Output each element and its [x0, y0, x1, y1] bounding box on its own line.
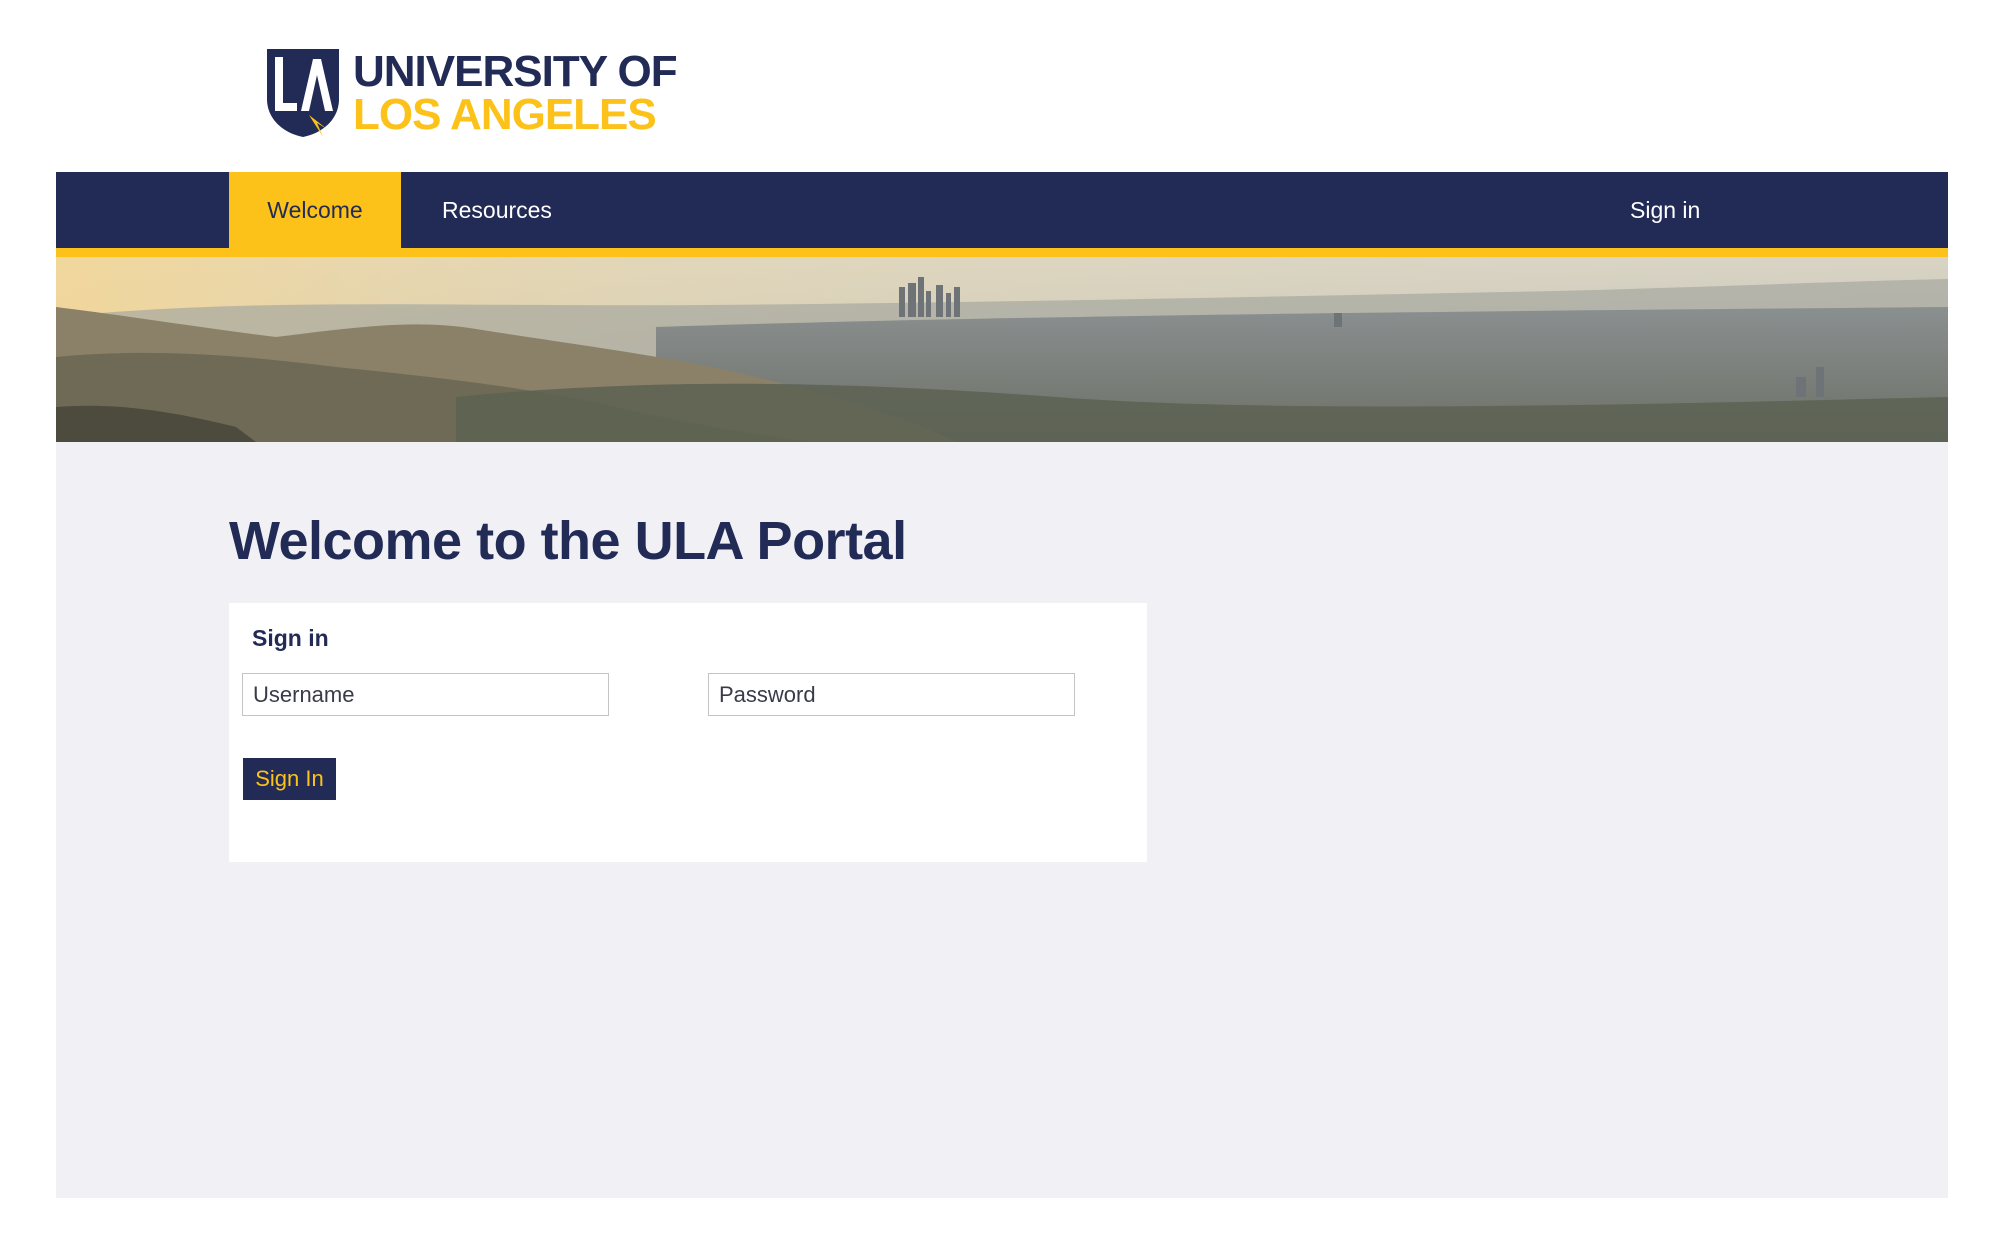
nav-signin-link[interactable]: Sign in	[1610, 172, 1720, 248]
signin-button[interactable]: Sign In	[243, 758, 336, 800]
la-shield-icon	[267, 49, 339, 137]
logo-wordmark: UNIVERSITY OF LOS ANGELES	[353, 47, 678, 139]
nav-item-welcome[interactable]: Welcome	[229, 172, 401, 248]
username-input[interactable]	[242, 673, 609, 716]
signin-card: Sign in Sign In	[229, 603, 1147, 862]
logo-line-los-angeles: LOS ANGELES	[353, 90, 657, 139]
logo-line-university: UNIVERSITY OF	[353, 47, 678, 96]
page-title: Welcome to the ULA Portal	[229, 511, 907, 571]
main-navbar: Welcome Resources Sign in	[56, 172, 1948, 248]
password-input[interactable]	[708, 673, 1075, 716]
university-logo[interactable]: UNIVERSITY OF LOS ANGELES	[265, 46, 678, 140]
nav-item-resources[interactable]: Resources	[422, 172, 572, 248]
nav-accent-stripe	[56, 248, 1948, 257]
main-content: Welcome to the ULA Portal Sign in Sign I…	[56, 442, 1948, 1198]
signin-card-heading: Sign in	[252, 625, 329, 651]
site-header: UNIVERSITY OF LOS ANGELES	[0, 0, 2000, 172]
hero-banner-image	[56, 257, 1948, 442]
